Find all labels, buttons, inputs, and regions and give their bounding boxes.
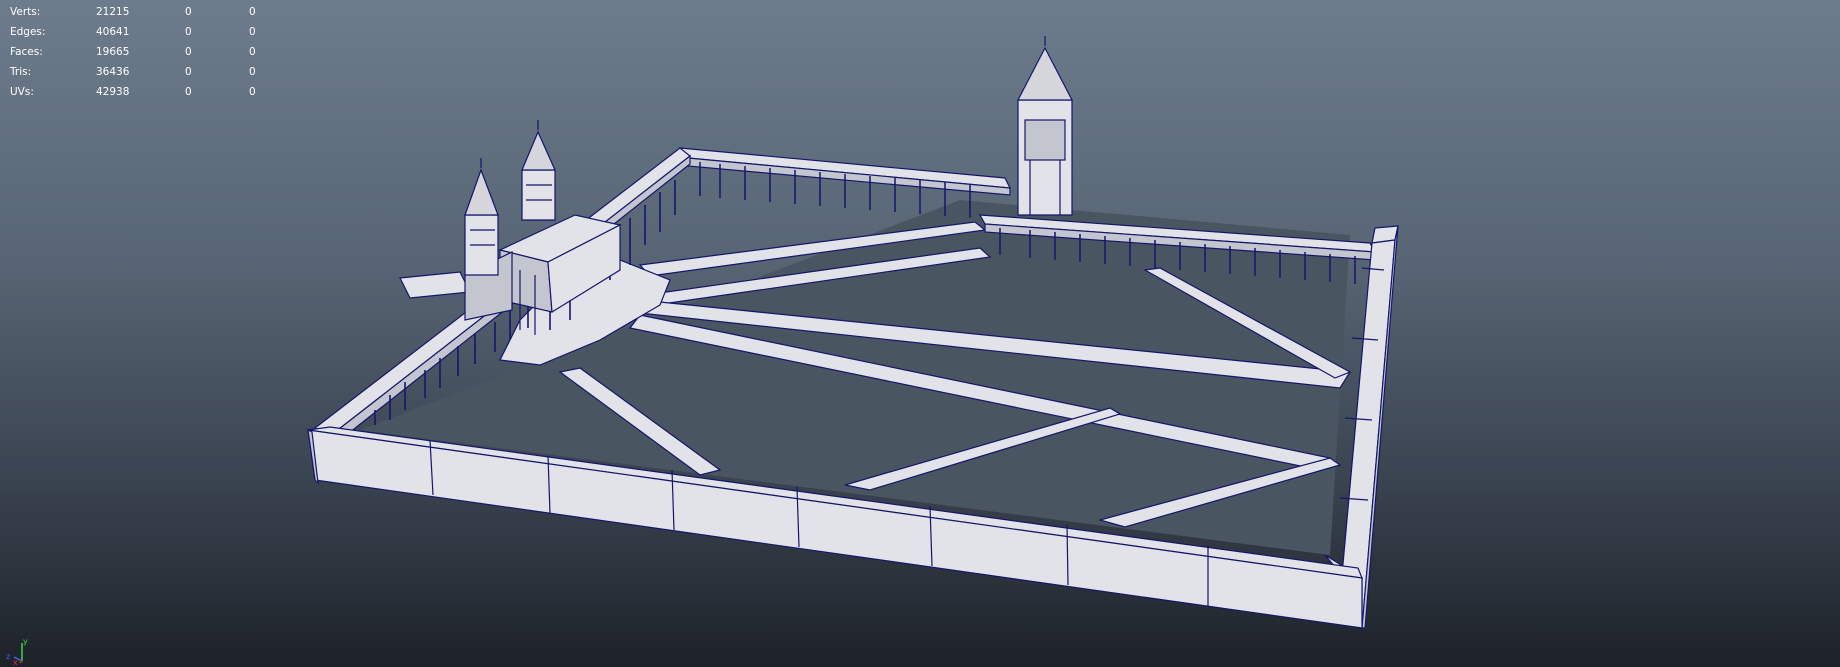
hud-selected: 0 bbox=[185, 46, 192, 58]
hud-selected: 0 bbox=[185, 66, 192, 78]
hud-row-faces: Faces: 19665 0 0 bbox=[10, 42, 270, 62]
hud-row-edges: Edges: 40641 0 0 bbox=[10, 22, 270, 42]
hud-selected: 0 bbox=[185, 26, 192, 38]
hud-label: Edges: bbox=[10, 26, 46, 38]
hud-label: Tris: bbox=[10, 66, 32, 78]
hud-row-uvs: UVs: 42938 0 0 bbox=[10, 82, 270, 102]
hud-label: Faces: bbox=[10, 46, 43, 58]
hud-components: 0 bbox=[249, 66, 256, 78]
hud-components: 0 bbox=[249, 46, 256, 58]
hud-row-verts: Verts: 21215 0 0 bbox=[10, 2, 270, 22]
heads-up-display: Verts: 21215 0 0 Edges: 40641 0 0 Faces:… bbox=[10, 2, 270, 102]
hud-total: 42938 bbox=[96, 86, 130, 98]
tower-left-2 bbox=[521, 120, 556, 221]
viewport-3d[interactable] bbox=[0, 0, 1840, 667]
axis-gizmo-icon: y z x bbox=[6, 637, 28, 665]
hud-label: UVs: bbox=[10, 86, 34, 98]
tower-right bbox=[1017, 36, 1073, 216]
hud-components: 0 bbox=[249, 26, 256, 38]
hud-total: 19665 bbox=[96, 46, 130, 58]
hud-row-tris: Tris: 36436 0 0 bbox=[10, 62, 270, 82]
hud-components: 0 bbox=[249, 86, 256, 98]
hud-total: 21215 bbox=[96, 6, 130, 18]
hud-selected: 0 bbox=[185, 86, 192, 98]
hud-label: Verts: bbox=[10, 6, 41, 18]
axis-z-label: z bbox=[6, 652, 10, 661]
axis-x-label: x bbox=[13, 658, 18, 665]
tower-left bbox=[464, 158, 499, 276]
hud-components: 0 bbox=[249, 6, 256, 18]
hud-total: 40641 bbox=[96, 26, 130, 38]
hud-selected: 0 bbox=[185, 6, 192, 18]
hud-total: 36436 bbox=[96, 66, 130, 78]
axis-y-label: y bbox=[23, 637, 28, 646]
